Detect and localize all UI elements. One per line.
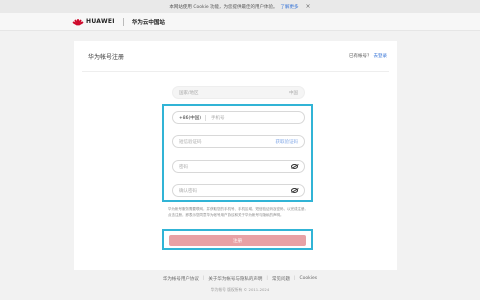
confirm-password-placeholder: 确认密码 xyxy=(179,188,197,194)
register-button[interactable]: 注册 xyxy=(169,235,306,246)
title-divider xyxy=(82,71,389,72)
huawei-logo-icon xyxy=(72,18,84,26)
site-name[interactable]: 华为云中国站 xyxy=(132,18,165,26)
phone-field[interactable]: +86(中国) 手机号 xyxy=(172,111,305,124)
cookie-learn-more-link[interactable]: 了解更多 xyxy=(281,4,299,10)
footer-link-user-agreement[interactable]: 华为帐号用户协议 xyxy=(159,276,203,282)
region-placeholder: 国家/地区 xyxy=(179,90,199,96)
phone-placeholder: 手机号 xyxy=(211,115,225,121)
brand-name: HUAWEI xyxy=(86,18,115,25)
have-account-text: 已有帐号？ xyxy=(349,54,372,59)
page-title: 华为帐号注册 xyxy=(88,54,125,61)
login-link[interactable]: 去登录 xyxy=(374,54,388,59)
header-divider xyxy=(122,17,124,26)
copyright: 华为帐号 版权所有 © 2011-2024 xyxy=(210,287,270,292)
country-code-select[interactable]: +86(中国) xyxy=(179,114,207,121)
footer-link-faq[interactable]: 常见问题 xyxy=(268,276,294,282)
hide-password-icon[interactable] xyxy=(291,164,298,169)
sms-code-field[interactable]: 短信验证码 获取验证码 xyxy=(172,135,305,148)
password-placeholder: 密码 xyxy=(179,164,188,170)
sms-placeholder: 短信验证码 xyxy=(179,139,202,145)
password-field[interactable]: 密码 xyxy=(172,160,305,173)
footer-link-privacy[interactable]: 关于华为帐号与隐私的声明 xyxy=(204,276,266,282)
cookie-banner: 本网站使用 Cookie 功能，为您提供最佳的用户体验。 了解更多 × xyxy=(0,0,480,13)
cookie-close-icon[interactable]: × xyxy=(306,3,311,10)
region-value: 中国 xyxy=(289,90,298,96)
region-select[interactable]: 国家/地区 中国 xyxy=(172,86,305,99)
footer-links: 华为帐号用户协议 | 关于华为帐号与隐私的声明 | 常见问题 | Cookies xyxy=(0,276,480,282)
hide-confirm-password-icon[interactable] xyxy=(291,188,298,193)
footer-link-cookies[interactable]: Cookies xyxy=(295,276,321,282)
cookie-text: 本网站使用 Cookie 功能，为您提供最佳的用户体验。 xyxy=(169,4,278,10)
agreement-text: 华为帐号服务需要联网，并获取您的手机号、手机区域、短信验证码及密码，以完成注册。… xyxy=(168,207,308,217)
have-account-prompt: 已有帐号？ 去登录 xyxy=(349,53,387,59)
site-header: HUAWEI 华为云中国站 xyxy=(0,13,480,31)
get-code-button[interactable]: 获取验证码 xyxy=(276,139,299,145)
confirm-password-field[interactable]: 确认密码 xyxy=(172,184,305,197)
register-card: 华为帐号注册 已有帐号？ 去登录 国家/地区 中国 +86(中国) 手机号 短信验… xyxy=(74,41,397,270)
